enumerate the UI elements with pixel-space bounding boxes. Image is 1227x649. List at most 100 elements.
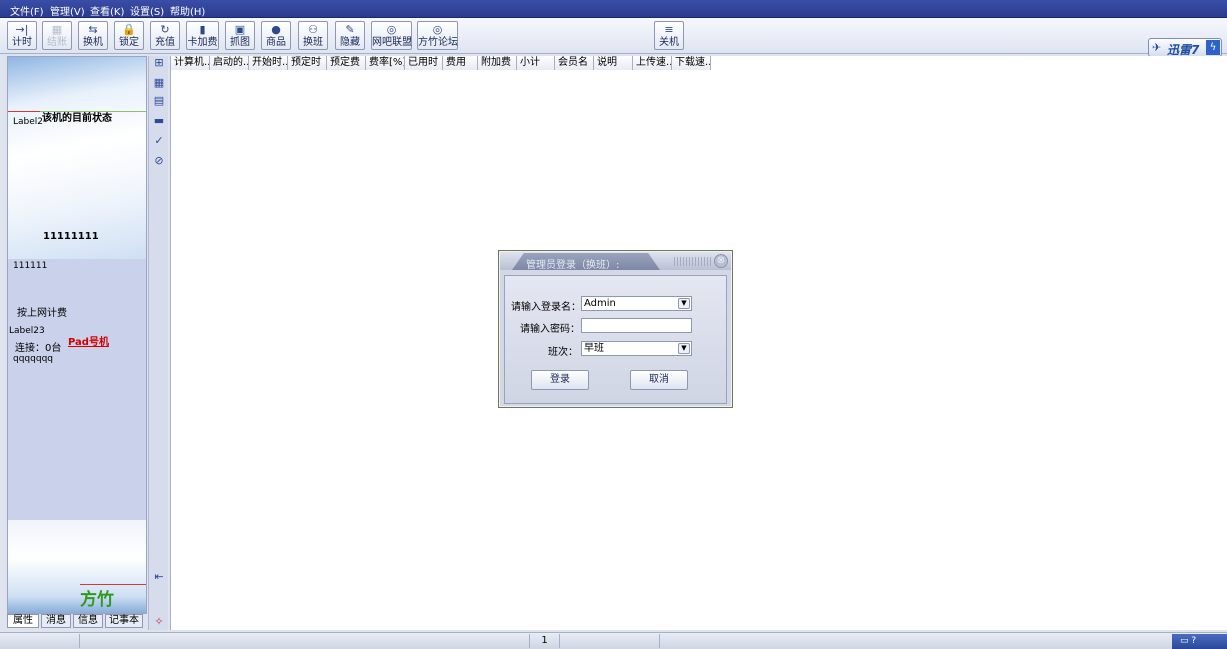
shift-combo[interactable]: 早班 ▼ — [581, 341, 692, 356]
username-label: 请输入登录名： — [511, 302, 581, 313]
system-tray: ▭ ? — [1172, 634, 1227, 649]
dialog-title: 管理员登录（换班）: — [526, 260, 620, 271]
xunlei-badge[interactable]: ✈ 迅雷7 ϟ — [1148, 38, 1222, 57]
view-icon-strip: ⊞ ▦ ▤ ▬ ✓ ⊘ ⇤ ✧ — [148, 56, 168, 630]
globe-icon: ◎ — [386, 23, 397, 36]
shift-value: 早班 — [584, 343, 604, 354]
grid-view-icon[interactable]: ▦ — [151, 76, 167, 90]
tab-properties[interactable]: 属性 — [7, 614, 39, 628]
col-member[interactable]: 会员名 — [555, 56, 594, 70]
col-rate[interactable]: 费率[%] — [366, 56, 405, 70]
people-icon: ⚇ — [308, 23, 318, 36]
menu-file[interactable]: 文件(F) — [10, 3, 44, 18]
table-view-icon[interactable]: ▤ — [151, 94, 167, 108]
menu-settings[interactable]: 设置(S) — [130, 3, 164, 18]
menu-view[interactable]: 查看(K) — [90, 3, 124, 18]
screenshot-button[interactable]: ▣ 抓图 — [225, 21, 255, 50]
bolt-icon: ϟ — [1206, 40, 1220, 55]
status-page: 1 — [530, 634, 560, 648]
dialog-titlebar[interactable]: 管理员登录（换班）: ⊗ — [500, 252, 731, 271]
label23: Label23 — [9, 326, 45, 336]
list-view-icon[interactable]: ▬ — [151, 114, 167, 128]
col-fee[interactable]: 费用 — [443, 56, 478, 70]
shift-change-button[interactable]: ⚇ 换班 — [298, 21, 328, 50]
menu-help[interactable]: 帮助(H) — [170, 3, 205, 18]
timing-button[interactable]: →| 计时 — [7, 21, 37, 50]
help-icon[interactable]: ? — [1191, 636, 1196, 646]
large-icons-icon[interactable]: ⊞ — [151, 56, 167, 70]
status-segment — [560, 634, 660, 648]
left-status-panel: Label2 该机的目前状态 11111111 111111 按上网计费 Lab… — [7, 56, 147, 614]
recharge-button[interactable]: ↻ 充值 — [150, 21, 180, 50]
lock-button[interactable]: 🔒 锁定 — [114, 21, 144, 50]
pin-icon[interactable]: ✧ — [151, 615, 167, 629]
label2: Label2 — [13, 117, 44, 127]
big-number: 11111111 — [43, 231, 99, 242]
shutdown-button[interactable]: ≡ 关机 — [654, 21, 684, 50]
checkout-icon: ▦ — [51, 23, 63, 36]
bird-icon: ✈ — [1152, 41, 1162, 54]
switch-machine-button[interactable]: ⇆ 换机 — [78, 21, 108, 50]
grip — [674, 257, 712, 266]
toolbar: →| 计时 ▦ 结账 ⇆ 换机 🔒 锁定 ↻ 充值 ▮ 卡加费 ▣ 抓图 ● 商品 ⚇ 换班 ✎ 隐… — [0, 18, 1227, 54]
goods-button[interactable]: ● 商品 — [261, 21, 291, 50]
status-banner — [8, 57, 146, 259]
hide-button[interactable]: ✎ 隐藏 — [335, 21, 365, 50]
cancel-button[interactable]: 取消 — [630, 370, 688, 390]
col-used-time[interactable]: 已用时 — [405, 56, 443, 70]
goods-icon: ● — [271, 23, 281, 36]
status-segment — [80, 634, 530, 648]
chevron-down-icon[interactable]: ▼ — [678, 298, 690, 309]
status-bar: 1 — [0, 632, 1227, 649]
arrow-in-icon: →| — [15, 23, 29, 36]
tab-notepad[interactable]: 记事本 — [105, 614, 143, 628]
username-value: Admin — [584, 298, 616, 309]
billing-mode: 按上网计费 — [17, 308, 67, 319]
qq-text: qqqqqqq — [13, 354, 53, 364]
col-start-time[interactable]: 开始时... — [249, 56, 288, 70]
col-upload[interactable]: 上传速... — [633, 56, 672, 70]
logo-banner — [8, 520, 146, 613]
check-icon[interactable]: ✓ — [151, 134, 167, 148]
compass-icon[interactable]: ⊘ — [151, 154, 167, 168]
switch-icon: ⇆ — [88, 23, 98, 36]
col-extra-fee[interactable]: 附加费 — [478, 56, 517, 70]
col-reserved-time[interactable]: 预定时 — [288, 56, 327, 70]
tab-info[interactable]: 信息 — [73, 614, 103, 628]
username-combo[interactable]: Admin ▼ — [581, 296, 692, 311]
checkout-button[interactable]: ▦ 结账 — [42, 21, 72, 50]
col-reserved-fee[interactable]: 预定费 — [327, 56, 366, 70]
netbar-alliance-button[interactable]: ◎ 网吧联盟 — [371, 21, 412, 50]
globe-icon: ◎ — [432, 23, 443, 36]
close-icon[interactable]: ⊗ — [714, 254, 728, 268]
col-subtotal[interactable]: 小计 — [517, 56, 555, 70]
tab-messages[interactable]: 消息 — [41, 614, 71, 628]
col-started[interactable]: 启动的... — [210, 56, 249, 70]
status-segment — [0, 634, 80, 648]
fangzhu-logo: 方竹 — [80, 590, 114, 610]
divider — [8, 111, 40, 112]
lock-icon: 🔒 — [122, 23, 136, 36]
password-field[interactable] — [581, 318, 692, 333]
card-fee-button[interactable]: ▮ 卡加费 — [186, 21, 219, 50]
col-download[interactable]: 下载速... — [672, 56, 711, 70]
menu-bar: 文件(F) 管理(V) 查看(K) 设置(S) 帮助(H) — [0, 0, 1227, 18]
login-button[interactable]: 登录 — [531, 370, 589, 390]
keyboard-icon[interactable]: ▭ — [1180, 636, 1189, 646]
col-computer[interactable]: 计算机... — [171, 56, 210, 70]
pen-icon: ✎ — [345, 23, 355, 36]
chevron-down-icon[interactable]: ▼ — [678, 343, 690, 354]
machine-label: Pad号机 — [68, 337, 109, 348]
forum-button[interactable]: ◎ 方竹论坛 — [417, 21, 458, 50]
small-number: 111111 — [13, 261, 48, 271]
col-note[interactable]: 说明 — [594, 56, 633, 70]
bar-chart-icon: ▮ — [199, 23, 206, 36]
status-title: 该机的目前状态 — [42, 113, 112, 124]
collapse-left-icon[interactable]: ⇤ — [151, 570, 167, 584]
column-header: 计算机... 启动的... 开始时... 预定时 预定费 费率[%] 已用时 费… — [171, 56, 1227, 70]
list-icon: ≡ — [664, 23, 674, 36]
menu-manage[interactable]: 管理(V) — [50, 3, 85, 18]
camera-icon: ▣ — [234, 23, 246, 36]
recharge-icon: ↻ — [160, 23, 170, 36]
connection-count: 连接：0台 — [15, 343, 62, 354]
